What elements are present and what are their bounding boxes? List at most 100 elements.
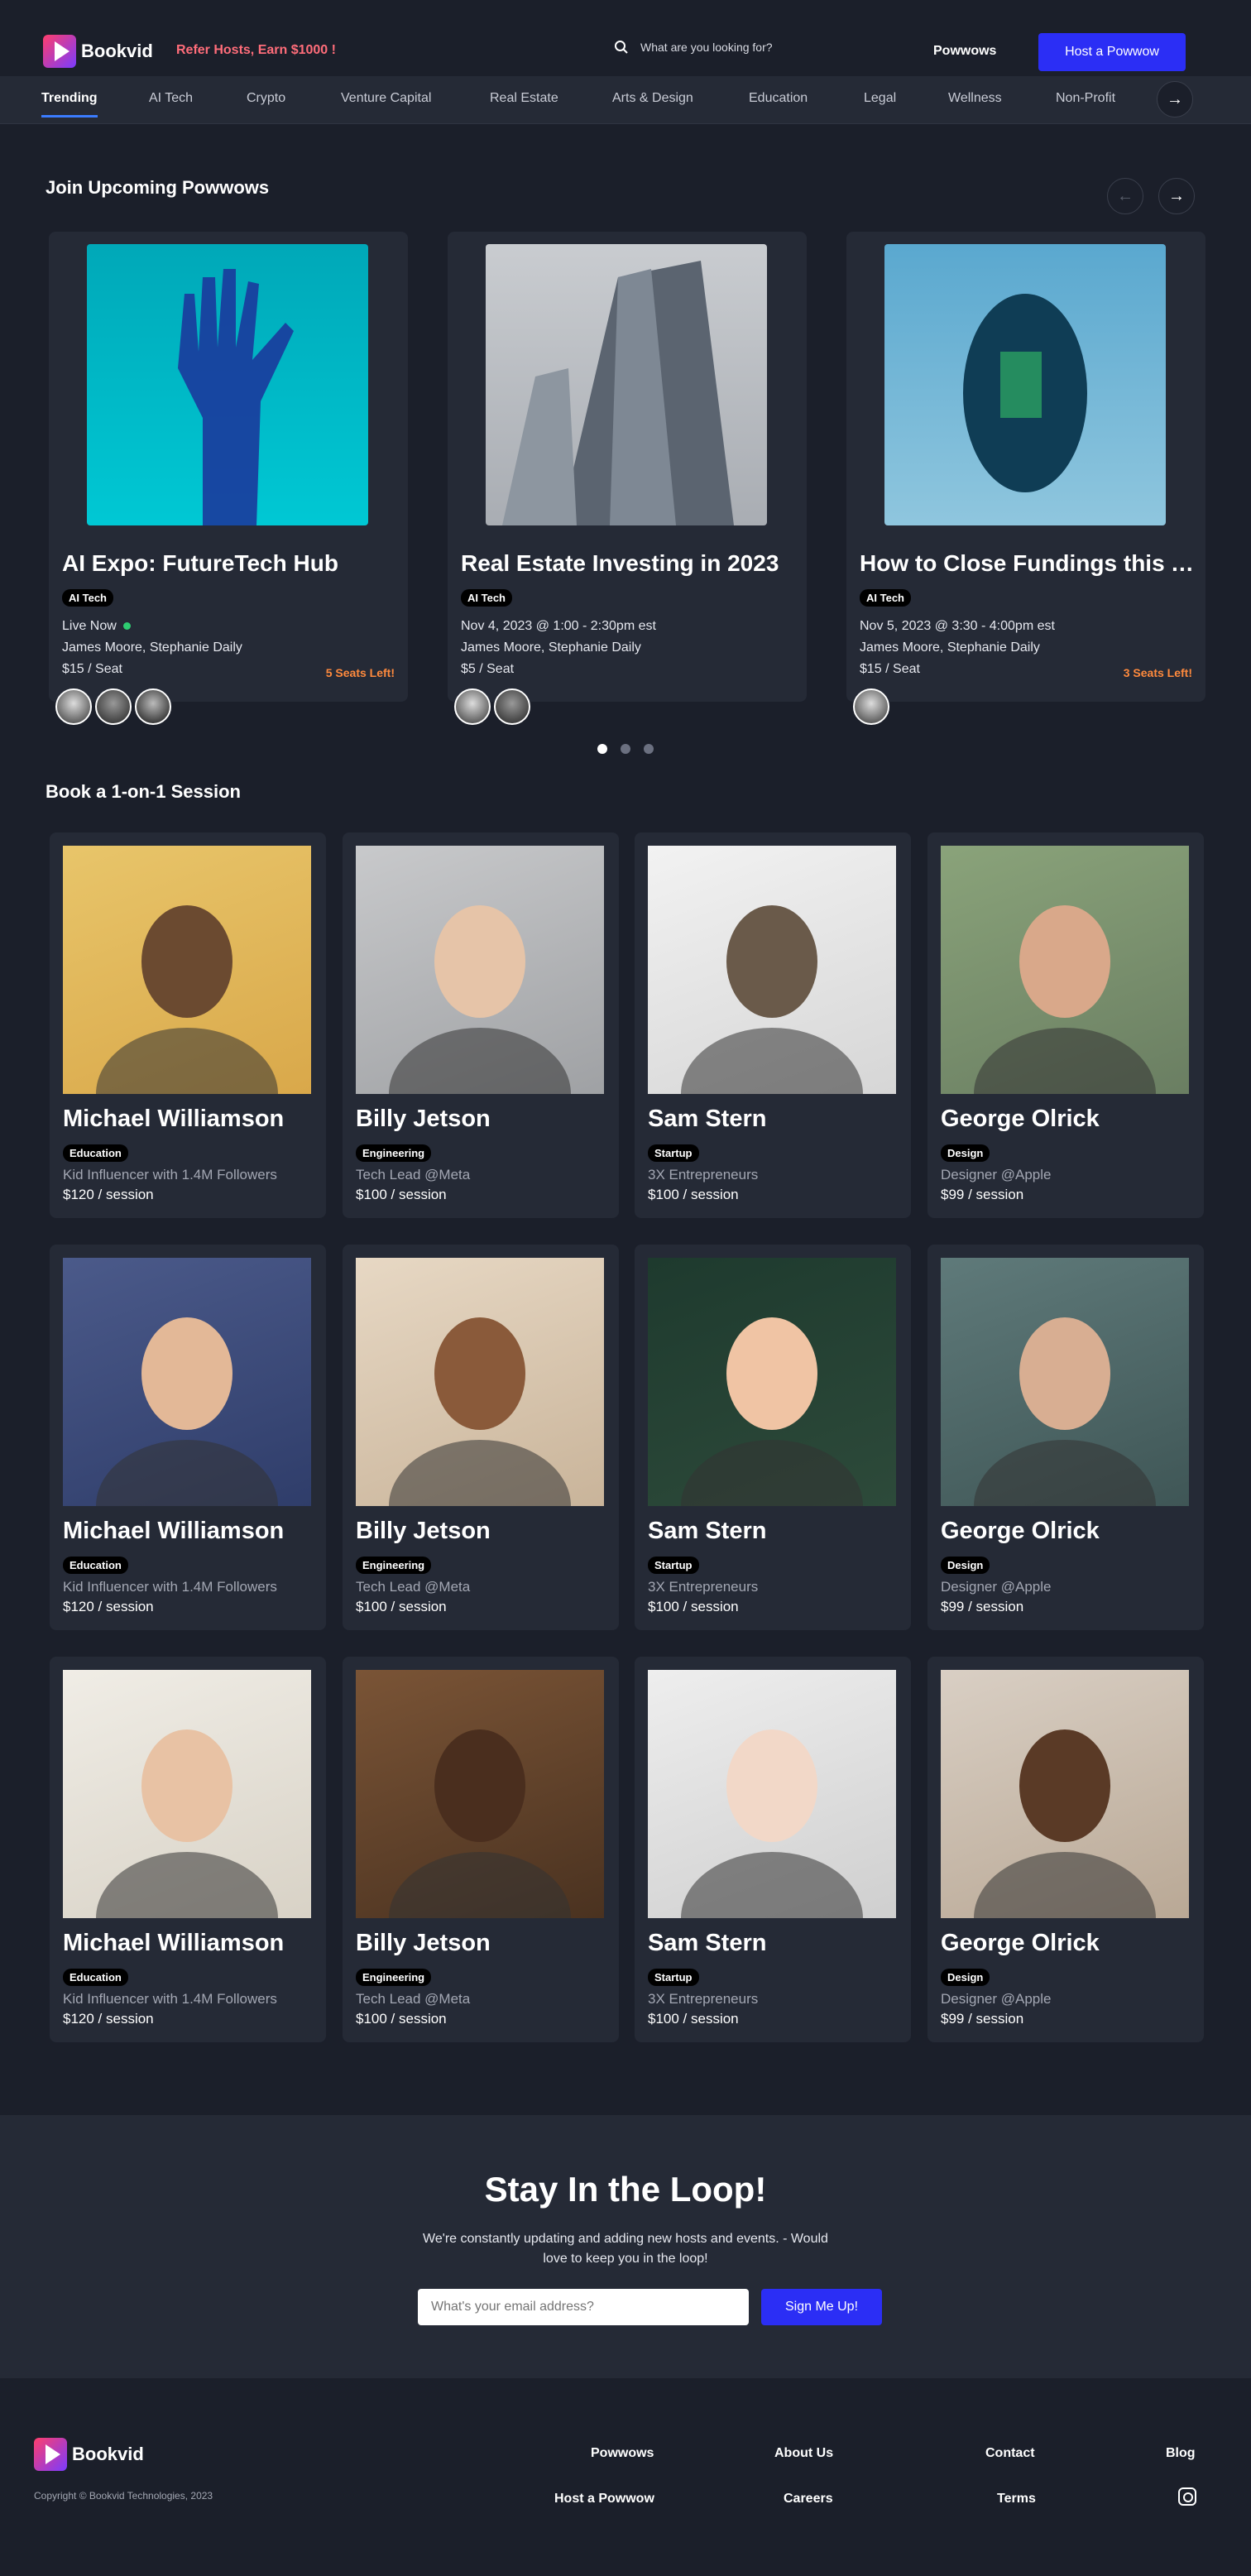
category-tab-trending[interactable]: Trending (41, 91, 98, 118)
session-price: $120 / session (63, 1599, 154, 1614)
avatar[interactable] (853, 688, 889, 725)
portrait-illustration (96, 1729, 278, 1984)
powwow-time: Nov 5, 2023 @ 3:30 - 4:00pm est (860, 619, 1055, 633)
session-tag: Design (941, 1144, 990, 1162)
carousel-dot[interactable] (644, 744, 654, 754)
logo-text: Bookvid (81, 41, 153, 61)
category-tab-wellness[interactable]: Wellness (948, 91, 1002, 106)
session-host-name: Billy Jetson (356, 1930, 491, 1956)
robot-hand-illustration (178, 269, 294, 525)
search-bar[interactable]: What are you looking for? (614, 40, 773, 55)
logo[interactable]: Bookvid (43, 35, 153, 68)
footer-link-careers[interactable]: Careers (784, 2492, 833, 2506)
category-tab-arts-design[interactable]: Arts & Design (612, 91, 693, 106)
session-card[interactable]: George Olrick Design Designer @Apple $99 / … (927, 1657, 1204, 2042)
instagram-icon[interactable] (1178, 2487, 1196, 2506)
session-card[interactable]: Sam Stern Startup 3X Entrepreneurs $100 / s… (635, 832, 911, 1218)
session-host-name: George Olrick (941, 1106, 1100, 1132)
session-host-role: Kid Influencer with 1.4M Followers (63, 1167, 277, 1182)
category-tab-crypto[interactable]: Crypto (247, 91, 285, 106)
session-host-name: Sam Stern (648, 1106, 767, 1132)
powwow-title: Real Estate Investing in 2023 (461, 550, 779, 576)
category-bar: Trending AI Tech Crypto Venture Capital … (0, 76, 1251, 124)
footer-link-contact[interactable]: Contact (985, 2446, 1035, 2461)
category-tab-ai-tech[interactable]: AI Tech (149, 91, 193, 106)
session-host-photo (648, 1258, 896, 1572)
live-now-label: Live Now (62, 619, 117, 633)
session-host-name: George Olrick (941, 1518, 1100, 1544)
session-host-photo (648, 1670, 896, 1984)
powwows-next-button[interactable]: → (1158, 178, 1195, 214)
live-dot-icon (122, 622, 131, 631)
category-tab-real-estate[interactable]: Real Estate (490, 91, 558, 106)
footer-logo[interactable]: Bookvid (34, 2438, 144, 2471)
category-tab-legal[interactable]: Legal (864, 91, 896, 106)
session-host-photo (63, 1258, 311, 1572)
powwow-image-robot-hand (87, 244, 368, 525)
avatar[interactable] (454, 688, 491, 725)
session-host-role: 3X Entrepreneurs (648, 1579, 759, 1595)
footer-link-about-us[interactable]: About Us (774, 2446, 833, 2461)
session-host-role: Designer @Apple (941, 1991, 1052, 2007)
session-host-photo (941, 1670, 1189, 1984)
powwow-title: How to Close Fundings this Year (860, 550, 1195, 576)
powwows-prev-button[interactable]: ← (1107, 178, 1143, 214)
sessions-section-title: Book a 1-on-1 Session (46, 781, 241, 802)
portrait-illustration (96, 905, 278, 1160)
avatar[interactable] (135, 688, 171, 725)
footer-link-host-powwow[interactable]: Host a Powwow (554, 2492, 654, 2506)
session-host-role: Designer @Apple (941, 1579, 1052, 1595)
skyscraper-illustration (502, 261, 734, 525)
avatar[interactable] (494, 688, 530, 725)
session-card[interactable]: Billy Jetson Engineering Tech Lead @Meta $1… (343, 1245, 619, 1630)
category-tab-venture-capital[interactable]: Venture Capital (341, 91, 431, 106)
portrait-illustration (389, 1729, 571, 1984)
session-card[interactable]: Michael Williamson Education Kid Influence… (50, 1657, 326, 2042)
session-tag: Startup (648, 1144, 699, 1162)
footer-link-terms[interactable]: Terms (997, 2492, 1036, 2506)
session-card[interactable]: Billy Jetson Engineering Tech Lead @Meta $1… (343, 1657, 619, 2042)
avatar[interactable] (95, 688, 132, 725)
portrait-illustration (389, 1317, 571, 1572)
powwow-price: $15 / Seat (860, 662, 920, 676)
host-powwow-button[interactable]: Host a Powwow (1038, 33, 1186, 71)
session-card[interactable]: Sam Stern Startup 3X Entrepreneurs $100 / s… (635, 1657, 911, 2042)
host-avatars (454, 688, 534, 725)
session-card[interactable]: George Olrick Design Designer @Apple $99 / … (927, 832, 1204, 1218)
session-host-name: Sam Stern (648, 1930, 767, 1956)
search-input[interactable]: What are you looking for? (640, 41, 773, 54)
powwow-card[interactable]: How to Close Fundings this Year AI Tech … (846, 232, 1205, 725)
logo-icon (43, 35, 76, 68)
session-price: $100 / session (356, 1599, 447, 1614)
session-card[interactable]: George Olrick Design Designer @Apple $99 / … (927, 1245, 1204, 1630)
portrait-illustration (974, 1729, 1156, 1984)
avatar[interactable] (55, 688, 92, 725)
session-card[interactable]: Sam Stern Startup 3X Entrepreneurs $100 / s… (635, 1245, 911, 1630)
footer-link-powwows[interactable]: Powwows (591, 2446, 654, 2461)
refer-link[interactable]: Refer Hosts, Earn $1000 ! (176, 43, 336, 58)
email-input[interactable] (418, 2289, 749, 2325)
category-tab-education[interactable]: Education (749, 91, 808, 106)
session-card[interactable]: Billy Jetson Engineering Tech Lead @Meta $1… (343, 832, 619, 1218)
sign-up-button[interactable]: Sign Me Up! (761, 2289, 882, 2325)
carousel-dot[interactable] (597, 744, 607, 754)
powwow-tag: AI Tech (62, 589, 113, 607)
powwow-card[interactable]: Real Estate Investing in 2023 AI Tech No… (448, 232, 807, 725)
portrait-illustration (389, 905, 571, 1160)
session-card[interactable]: Michael Williamson Education Kid Influence… (50, 832, 326, 1218)
session-tag: Education (63, 1144, 128, 1162)
category-tab-non-profit[interactable]: Non-Profit (1056, 91, 1115, 106)
powwow-image-code-face (884, 244, 1166, 525)
footer-link-blog[interactable]: Blog (1166, 2446, 1196, 2461)
category-next-button[interactable]: → (1157, 81, 1193, 118)
powwow-card[interactable]: AI Expo: FutureTech Hub AI Tech Live Now… (49, 232, 408, 725)
carousel-dot[interactable] (621, 744, 630, 754)
arrow-right-icon: → (1168, 186, 1185, 205)
carousel-dots (597, 744, 654, 754)
code-face-illustration (963, 294, 1087, 492)
session-card[interactable]: Michael Williamson Education Kid Influence… (50, 1245, 326, 1630)
session-tag: Design (941, 1969, 990, 1986)
nav-powwows-link[interactable]: Powwows (933, 44, 996, 59)
powwow-time: Nov 4, 2023 @ 1:00 - 2:30pm est (461, 619, 656, 633)
session-host-role: Designer @Apple (941, 1167, 1052, 1182)
